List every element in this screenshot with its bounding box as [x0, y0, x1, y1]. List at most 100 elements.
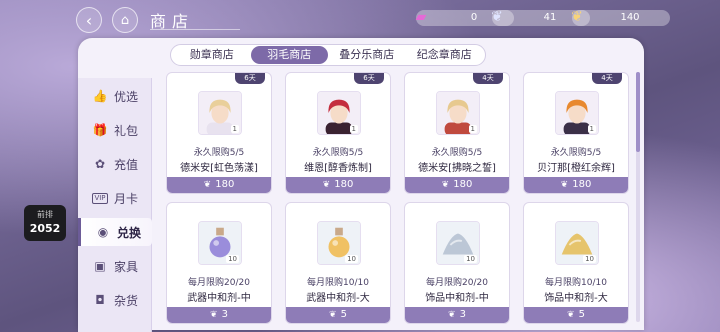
currency-value: 140 — [620, 12, 640, 23]
purchase-limit: 永久限购5/5 — [312, 148, 364, 158]
purchase-limit: 永久限购5/5 — [550, 148, 602, 158]
item-quantity: 1 — [468, 125, 477, 133]
item-card[interactable]: 10 每月限购10/10 饰品中和剂-大 ❦ 5 — [523, 202, 629, 324]
item-card[interactable]: 4天 1 永久限购5/5 德米安[拂晓之誓] ❦ 180 — [404, 72, 510, 194]
feather-icon: ❦ — [322, 180, 331, 190]
sidebar-item-recharge[interactable]: ✿ 充值 — [78, 150, 152, 178]
item-quantity: 10 — [345, 255, 358, 263]
feather-icon: ❦ — [567, 310, 575, 320]
item-name: 德米安[拂晓之誓] — [418, 163, 496, 174]
item-quantity: 1 — [587, 125, 596, 133]
sidebar-item-label: 家具 — [114, 259, 139, 274]
price-button[interactable]: ❦ 3 — [405, 307, 509, 323]
timer-badge: 4天 — [592, 73, 622, 84]
sidebar-item-label: 优选 — [114, 89, 139, 104]
feather-icon: ❦ — [329, 310, 337, 320]
item-card[interactable]: 10 每月限购20/20 饰品中和剂-中 ❦ 3 — [404, 202, 510, 324]
thumbs-up-icon: 👍 — [92, 89, 108, 103]
scrollbar-thumb[interactable] — [636, 72, 640, 152]
rank-badge[interactable]: 前排 2052 — [24, 205, 66, 241]
sidebar-item-label: 礼包 — [114, 123, 139, 138]
top-bar: ‹ ⌂ 商店 ▰ 0 ❦ 41 ❦ 140 — [0, 0, 720, 36]
powder-pile-icon: 10 — [436, 221, 480, 265]
price-value: 3 — [221, 309, 228, 320]
tab-commemorative-shop[interactable]: 纪念章商店 — [406, 46, 484, 64]
item-card[interactable]: 10 每月限购20/20 武器中和剂-中 ❦ 3 — [166, 202, 272, 324]
flower-icon: ✿ — [94, 157, 106, 171]
item-quantity: 1 — [349, 125, 358, 133]
price-button[interactable]: ❦ 180 — [405, 177, 509, 193]
sidebar-item-featured[interactable]: 👍 优选 — [78, 82, 152, 110]
price-button[interactable]: ❦ 180 — [286, 177, 390, 193]
price-value: 180 — [572, 179, 592, 190]
sidebar-item-gift[interactable]: 🎁 礼包 — [78, 116, 152, 144]
rank-value: 2052 — [29, 222, 61, 235]
item-name: 维恩[醇香炼制] — [304, 163, 372, 174]
price-button[interactable]: ❦ 5 — [286, 307, 390, 323]
item-card[interactable]: 6天 1 永久限购5/5 维恩[醇香炼制] ❦ 180 — [285, 72, 391, 194]
title-divider — [150, 29, 240, 30]
sidebar-item-monthly-card[interactable]: VIP 月卡 — [78, 184, 152, 212]
back-button[interactable]: ‹ — [76, 7, 102, 33]
price-button[interactable]: ❦ 3 — [167, 307, 271, 323]
price-value: 5 — [340, 309, 347, 320]
character-portrait: 1 — [198, 91, 242, 135]
item-quantity: 10 — [464, 255, 477, 263]
sidebar-item-label: 兑换 — [117, 225, 142, 240]
home-icon: ⌂ — [120, 12, 130, 28]
home-button[interactable]: ⌂ — [112, 7, 138, 33]
sidebar: 👍 优选 🎁 礼包 ✿ 充值 VIP 月卡 ◉ 兑换 ▣ 家具 ◘ 杂货 — [78, 78, 152, 332]
ticket-icon: ▰ — [415, 9, 427, 25]
purchase-limit: 永久限购5/5 — [431, 148, 483, 158]
purchase-limit: 永久限购5/5 — [193, 148, 245, 158]
tab-feather-shop[interactable]: 羽毛商店 — [250, 46, 328, 64]
shop-tabs: 勋章商店 羽毛商店 叠分乐商店 纪念章商店 — [170, 44, 486, 66]
character-portrait: 1 — [317, 91, 361, 135]
item-quantity: 10 — [226, 255, 239, 263]
tab-stack-shop[interactable]: 叠分乐商店 — [328, 46, 406, 64]
price-button[interactable]: ❦ 5 — [524, 307, 628, 323]
price-value: 180 — [334, 179, 354, 190]
tab-medal-shop[interactable]: 勋章商店 — [173, 46, 251, 64]
sidebar-item-misc[interactable]: ◘ 杂货 — [78, 286, 152, 314]
sidebar-item-exchange[interactable]: ◉ 兑换 — [78, 218, 152, 246]
sidebar-item-label: 充值 — [114, 157, 139, 172]
item-quantity: 1 — [230, 125, 239, 133]
bag-icon: ◘ — [95, 293, 105, 307]
purchase-limit: 每月限购10/10 — [545, 278, 607, 288]
price-value: 3 — [459, 309, 466, 320]
item-name: 贝汀那[橙红余辉] — [537, 163, 615, 174]
item-name: 武器中和剂-大 — [306, 293, 370, 304]
sidebar-item-label: 杂货 — [114, 293, 139, 308]
gift-icon: 🎁 — [92, 123, 108, 137]
price-value: 5 — [578, 309, 585, 320]
item-card[interactable]: 4天 1 永久限购5/5 贝汀那[橙红余辉] ❦ 180 — [523, 72, 629, 194]
sofa-icon: ▣ — [94, 259, 106, 273]
potion-icon: 10 — [198, 221, 242, 265]
scrollbar[interactable] — [636, 72, 640, 322]
item-name: 武器中和剂-中 — [187, 293, 251, 304]
rank-label: 前排 — [37, 210, 53, 219]
back-arrow-icon: ‹ — [85, 10, 93, 30]
item-name: 饰品中和剂-中 — [425, 293, 489, 304]
currency-gold-feather[interactable]: ❦ 140 — [571, 9, 670, 26]
item-card[interactable]: 10 每月限购10/10 武器中和剂-大 ❦ 5 — [285, 202, 391, 324]
price-button[interactable]: ❦ 180 — [167, 177, 271, 193]
price-button[interactable]: ❦ 180 — [524, 177, 628, 193]
feather-icon: ❦ — [448, 310, 456, 320]
character-portrait: 1 — [436, 91, 480, 135]
gold-feather-icon: ❦ — [571, 9, 583, 25]
feather-icon: ❦ — [560, 180, 569, 190]
price-value: 180 — [215, 179, 235, 190]
sidebar-item-label: 月卡 — [114, 191, 139, 206]
feather-icon: ❦ — [210, 310, 218, 320]
timer-badge: 4天 — [473, 73, 503, 84]
item-name: 德米安[虹色荡漾] — [180, 163, 258, 174]
purchase-limit: 每月限购20/20 — [188, 278, 250, 288]
price-value: 180 — [453, 179, 473, 190]
item-name: 饰品中和剂-大 — [544, 293, 608, 304]
item-quantity: 10 — [583, 255, 596, 263]
timer-badge: 6天 — [354, 73, 384, 84]
sidebar-item-furniture[interactable]: ▣ 家具 — [78, 252, 152, 280]
item-card[interactable]: 6天 1 永久限购5/5 德米安[虹色荡漾] ❦ 180 — [166, 72, 272, 194]
